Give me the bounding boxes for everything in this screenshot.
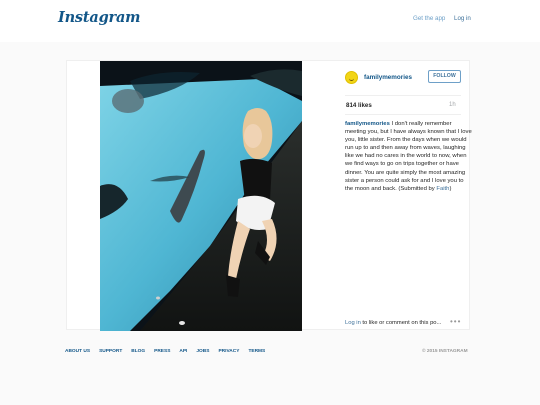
divider [345, 114, 461, 115]
follow-button[interactable]: FOLLOW [428, 70, 461, 83]
comment-prompt-text: to like or comment on this po... [360, 320, 442, 326]
copyright: © 2015 INSTAGRAM [422, 349, 468, 354]
post-username[interactable]: familymemories [364, 74, 412, 81]
post-sidebar: familymemories FOLLOW 814 likes 1h famil… [337, 61, 473, 331]
post-card: familymemories FOLLOW 814 likes 1h famil… [66, 60, 473, 331]
post-caption: familymemories I don't really remember m… [345, 120, 473, 193]
more-options-icon[interactable]: ••• [450, 317, 461, 326]
footer-link-terms[interactable]: TERMS [248, 349, 265, 354]
comment-prompt: Log in to like or comment on this po... [345, 320, 441, 326]
footer-link-support[interactable]: SUPPORT [99, 349, 122, 354]
time-ago: 1h [449, 102, 456, 108]
caption-credit-link[interactable]: Faith [436, 186, 449, 192]
avatar[interactable] [345, 71, 358, 84]
divider [345, 95, 461, 96]
footer-links: ABOUT US SUPPORT BLOG PRESS API JOBS PRI… [65, 349, 274, 354]
comment-login-link[interactable]: Log in [345, 320, 361, 326]
login-link[interactable]: Log in [454, 15, 471, 22]
get-the-app-link[interactable]: Get the app [413, 15, 445, 22]
post-photo[interactable] [100, 61, 302, 331]
top-navigation-bar: Instagram Get the app Log in [0, 0, 540, 42]
footer-link-jobs[interactable]: JOBS [196, 349, 209, 354]
caption-end: ) [449, 185, 452, 192]
footer-link-privacy[interactable]: PRIVACY [218, 349, 239, 354]
likes-count: 814 likes [346, 102, 372, 109]
footer-link-blog[interactable]: BLOG [131, 349, 145, 354]
caption-username[interactable]: familymemories [345, 121, 390, 127]
footer-link-api[interactable]: API [179, 349, 187, 354]
footer-link-press[interactable]: PRESS [154, 349, 170, 354]
footer-link-about[interactable]: ABOUT US [65, 349, 90, 354]
caption-text: I don't really remember meeting you, but… [345, 121, 472, 192]
instagram-logo[interactable]: Instagram [58, 9, 141, 26]
